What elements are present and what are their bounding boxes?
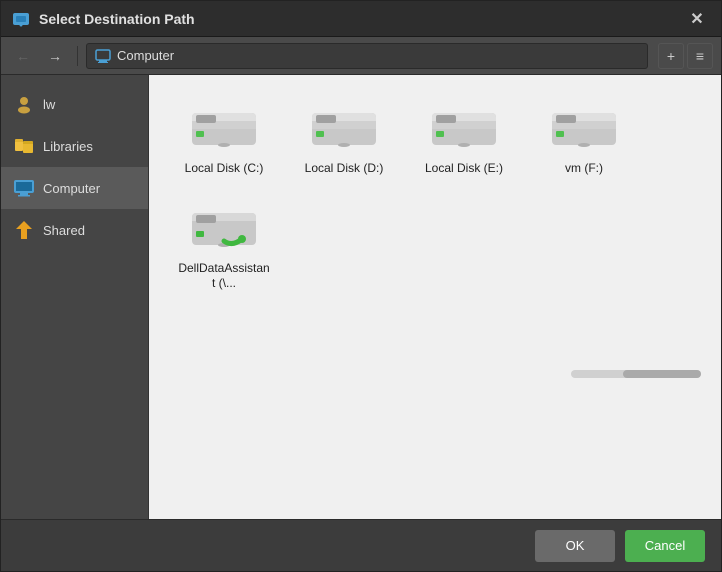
nav-right-buttons: + ≡ xyxy=(658,43,713,69)
back-button[interactable]: ← xyxy=(9,42,37,70)
computer-icon xyxy=(95,49,111,63)
dialog-title: Select Destination Path xyxy=(39,11,675,27)
disk-c-label: Local Disk (C:) xyxy=(185,161,264,177)
disk-dell-label: DellDataAssistant (\... xyxy=(177,261,271,292)
sidebar-item-libraries[interactable]: Libraries xyxy=(1,125,148,167)
disk-c-icon xyxy=(188,103,260,155)
sidebar-item-computer[interactable]: Computer xyxy=(1,167,148,209)
footer: OK Cancel xyxy=(1,519,721,571)
scrollbar-thumb[interactable] xyxy=(623,370,701,378)
shared-icon xyxy=(13,219,35,241)
list-item[interactable]: vm (F:) xyxy=(529,95,639,185)
close-button[interactable]: ✕ xyxy=(683,5,711,33)
user-icon xyxy=(13,93,35,115)
nav-bar: ← → Computer + ≡ xyxy=(1,37,721,75)
main-content: lw Libraries xyxy=(1,75,721,519)
scrollbar-track[interactable] xyxy=(571,370,701,378)
sidebar-label-computer: Computer xyxy=(43,181,100,196)
disk-e-label: Local Disk (E:) xyxy=(425,161,503,177)
list-item[interactable]: DellDataAssistant (\... xyxy=(169,195,279,300)
list-item[interactable]: Local Disk (D:) xyxy=(289,95,399,185)
add-button[interactable]: + xyxy=(658,43,684,69)
view-button[interactable]: ≡ xyxy=(687,43,713,69)
disk-d-label: Local Disk (D:) xyxy=(305,161,384,177)
sidebar-label-libraries: Libraries xyxy=(43,139,93,154)
address-text: Computer xyxy=(117,48,174,63)
nav-divider xyxy=(77,46,78,66)
computer-sidebar-icon xyxy=(13,177,35,199)
disk-f-icon xyxy=(548,103,620,155)
title-bar: Select Destination Path ✕ xyxy=(1,1,721,37)
disk-e-icon xyxy=(428,103,500,155)
list-item[interactable]: Local Disk (E:) xyxy=(409,95,519,185)
address-bar[interactable]: Computer xyxy=(86,43,648,69)
sidebar-label-lw: lw xyxy=(43,97,55,112)
libraries-icon xyxy=(13,135,35,157)
dialog: Select Destination Path ✕ ← → Computer +… xyxy=(0,0,722,572)
app-icon xyxy=(11,9,31,29)
sidebar-item-lw[interactable]: lw xyxy=(1,83,148,125)
list-item[interactable]: Local Disk (C:) xyxy=(169,95,279,185)
disk-d-icon xyxy=(308,103,380,155)
sidebar-item-shared[interactable]: Shared xyxy=(1,209,148,251)
ok-button[interactable]: OK xyxy=(535,530,615,562)
cancel-button[interactable]: Cancel xyxy=(625,530,705,562)
disk-f-label: vm (F:) xyxy=(565,161,603,177)
sidebar: lw Libraries xyxy=(1,75,149,519)
file-area: Local Disk (C:) Local Disk (D:) xyxy=(149,75,721,519)
sidebar-label-shared: Shared xyxy=(43,223,85,238)
disk-dell-icon xyxy=(188,203,260,255)
forward-button[interactable]: → xyxy=(41,42,69,70)
